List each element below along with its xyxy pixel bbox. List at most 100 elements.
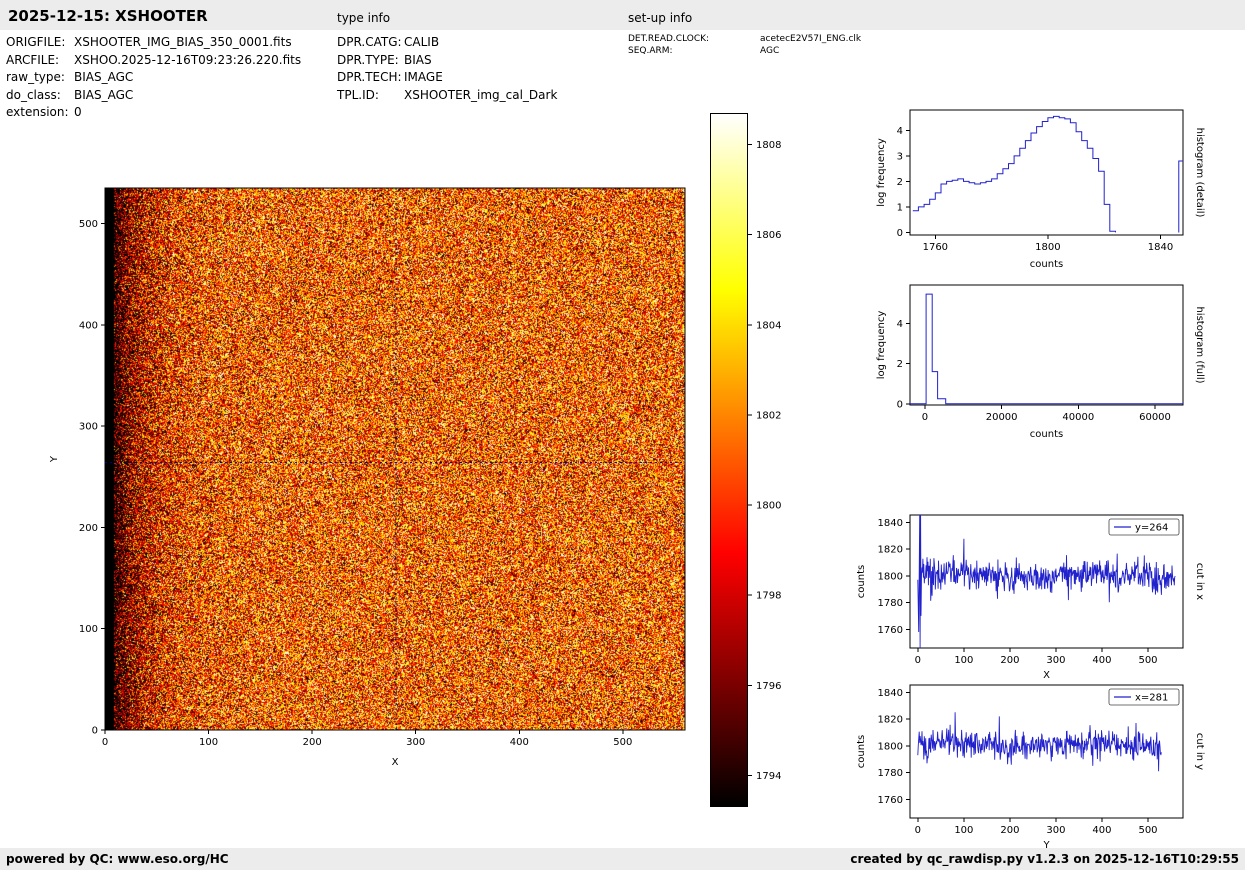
cut-profile-line xyxy=(917,712,1162,772)
qc-report-page: 2025-12-15: XSHOOTER type info set-up in… xyxy=(0,0,1245,870)
y-tick-label: 1760 xyxy=(878,795,903,806)
y-tick-label: 0 xyxy=(897,399,903,410)
x-tick-label: 200 xyxy=(1000,655,1019,666)
header-bar: 2025-12-15: XSHOOTER type info set-up in… xyxy=(0,0,1245,30)
info-row: DET.READ.CLOCK: acetecE2V57I_ENG.clk xyxy=(628,33,861,45)
info-row: DPR.TECH: IMAGE xyxy=(337,69,557,87)
colorbar-tick-label: 1808 xyxy=(756,140,781,151)
histogram-overflow-bin xyxy=(1178,160,1183,233)
x-tick-label: 400 xyxy=(1092,825,1111,836)
colorbar-tick-label: 1796 xyxy=(756,681,781,692)
x-tick-label: 0 xyxy=(915,655,921,666)
x-tick-label: 400 xyxy=(510,737,529,748)
y-tick-label: 2 xyxy=(897,359,903,370)
info-value-seq-arm: AGC xyxy=(760,46,780,56)
info-label-dpr-tech: DPR.TECH: xyxy=(337,70,402,84)
plot-frame xyxy=(909,284,1184,406)
legend-label: x=281 xyxy=(1135,693,1168,704)
page-title: 2025-12-15: XSHOOTER xyxy=(8,7,208,25)
x-axis-label: counts xyxy=(1030,259,1063,270)
y-tick-label: 1820 xyxy=(878,545,903,556)
info-label-dpr-catg: DPR.CATG: xyxy=(337,35,402,49)
x-tick-label: 60000 xyxy=(1139,412,1171,423)
right-side-label: histogram (detail) xyxy=(1194,128,1205,218)
y-axis-label: counts xyxy=(856,735,867,768)
info-value-read-clock: acetecE2V57I_ENG.clk xyxy=(760,34,862,44)
y-tick-label: 0 xyxy=(897,228,903,239)
y-axis-label: log frequency xyxy=(876,311,887,380)
colorbar-tick-label: 1800 xyxy=(756,501,781,512)
y-tick-label: 500 xyxy=(79,219,98,230)
plot-frame xyxy=(909,684,1184,819)
right-side-label: histogram (full) xyxy=(1194,306,1205,383)
info-value-do-class: BIAS_AGC xyxy=(74,87,134,102)
x-tick-label: 300 xyxy=(406,737,425,748)
info-value-raw-type: BIAS_AGC xyxy=(74,70,134,84)
x-tick-label: 20000 xyxy=(986,412,1018,423)
x-tick-label: 200 xyxy=(1000,825,1019,836)
x-axis-label: counts xyxy=(1030,429,1063,440)
y-tick-label: 3 xyxy=(897,151,903,162)
info-row: DPR.CATG: CALIB xyxy=(337,34,557,52)
info-value-arcfile: XSHOO.2025-12-16T09:23:26.220.fits xyxy=(74,52,302,67)
info-value-extension: 0 xyxy=(74,105,82,119)
x-tick-label: 500 xyxy=(1138,655,1157,666)
histogram-step-line xyxy=(910,293,1183,405)
setup-info-heading: set-up info xyxy=(628,11,693,25)
info-label-origfile: ORIGFILE: xyxy=(6,35,66,49)
x-tick-label: 1800 xyxy=(1035,242,1060,253)
y-tick-label: 4 xyxy=(897,319,903,330)
histogram-step-line xyxy=(912,115,1116,233)
info-row: SEQ.ARM: AGC xyxy=(628,45,861,57)
y-tick-label: 1760 xyxy=(878,625,903,636)
y-tick-label: 4 xyxy=(897,126,903,137)
type-info-heading: type info xyxy=(337,11,391,25)
colorbar-tick-label: 1804 xyxy=(756,320,781,331)
y-axis-label: counts xyxy=(856,565,867,598)
cut-profile-line xyxy=(917,514,1176,649)
info-row: raw_type: BIAS_AGC xyxy=(6,69,301,87)
info-row: extension: 0 xyxy=(6,104,301,122)
info-value-origfile: XSHOOTER_IMG_BIAS_350_0001.fits xyxy=(74,35,292,49)
info-row: ORIGFILE: XSHOOTER_IMG_BIAS_350_0001.fits xyxy=(6,34,301,52)
info-label-do-class: do_class: xyxy=(6,87,61,102)
info-label-read-clock: DET.READ.CLOCK: xyxy=(628,34,710,44)
right-side-label: cut in y xyxy=(1194,733,1205,770)
info-label-seq-arm: SEQ.ARM: xyxy=(628,46,673,56)
footer-created-by: created by qc_rawdisp.py v1.2.3 on 2025-… xyxy=(850,852,1239,866)
y-tick-label: 2 xyxy=(897,177,903,188)
x-tick-label: 100 xyxy=(954,825,973,836)
x-tick-label: 500 xyxy=(1138,825,1157,836)
y-tick-label: 1820 xyxy=(878,715,903,726)
colorbar-tick-label: 1794 xyxy=(756,771,781,782)
y-tick-label: 1840 xyxy=(878,518,903,529)
y-tick-label: 1780 xyxy=(878,598,903,609)
type-info-block: DPR.CATG: CALIB DPR.TYPE: BIAS DPR.TECH: IM… xyxy=(337,34,557,104)
colorbar xyxy=(710,113,748,807)
x-tick-label: 100 xyxy=(954,655,973,666)
info-row: do_class: BIAS_AGC xyxy=(6,87,301,105)
legend-box xyxy=(1108,688,1180,706)
y-tick-label: 1780 xyxy=(878,768,903,779)
y-tick-label: 400 xyxy=(79,320,98,331)
y-tick-label: 200 xyxy=(79,523,98,534)
info-label-arcfile: ARCFILE: xyxy=(6,52,60,67)
colorbar-tick-label: 1806 xyxy=(756,230,781,241)
setup-info-block: DET.READ.CLOCK: acetecE2V57I_ENG.clk SEQ.… xyxy=(628,33,861,57)
legend-label: y=264 xyxy=(1135,523,1168,534)
y-axis-label: Y xyxy=(49,455,60,463)
x-tick-label: 200 xyxy=(303,737,322,748)
x-tick-label: 0 xyxy=(922,412,928,423)
colorbar-tick-label: 1802 xyxy=(756,410,781,421)
plot-frame xyxy=(909,109,1184,236)
colorbar-tick-label: 1798 xyxy=(756,591,781,602)
legend-box xyxy=(1108,518,1180,536)
info-row: ARCFILE: XSHOO.2025-12-16T09:23:26.220.fi… xyxy=(6,52,301,70)
footer-powered-by: powered by QC: www.eso.org/HC xyxy=(6,852,229,866)
x-tick-label: 500 xyxy=(613,737,632,748)
x-tick-label: 300 xyxy=(1046,825,1065,836)
x-tick-label: 0 xyxy=(915,825,921,836)
y-tick-label: 1800 xyxy=(878,571,903,582)
info-label-extension: extension: xyxy=(6,105,69,119)
x-tick-label: 1760 xyxy=(923,242,948,253)
